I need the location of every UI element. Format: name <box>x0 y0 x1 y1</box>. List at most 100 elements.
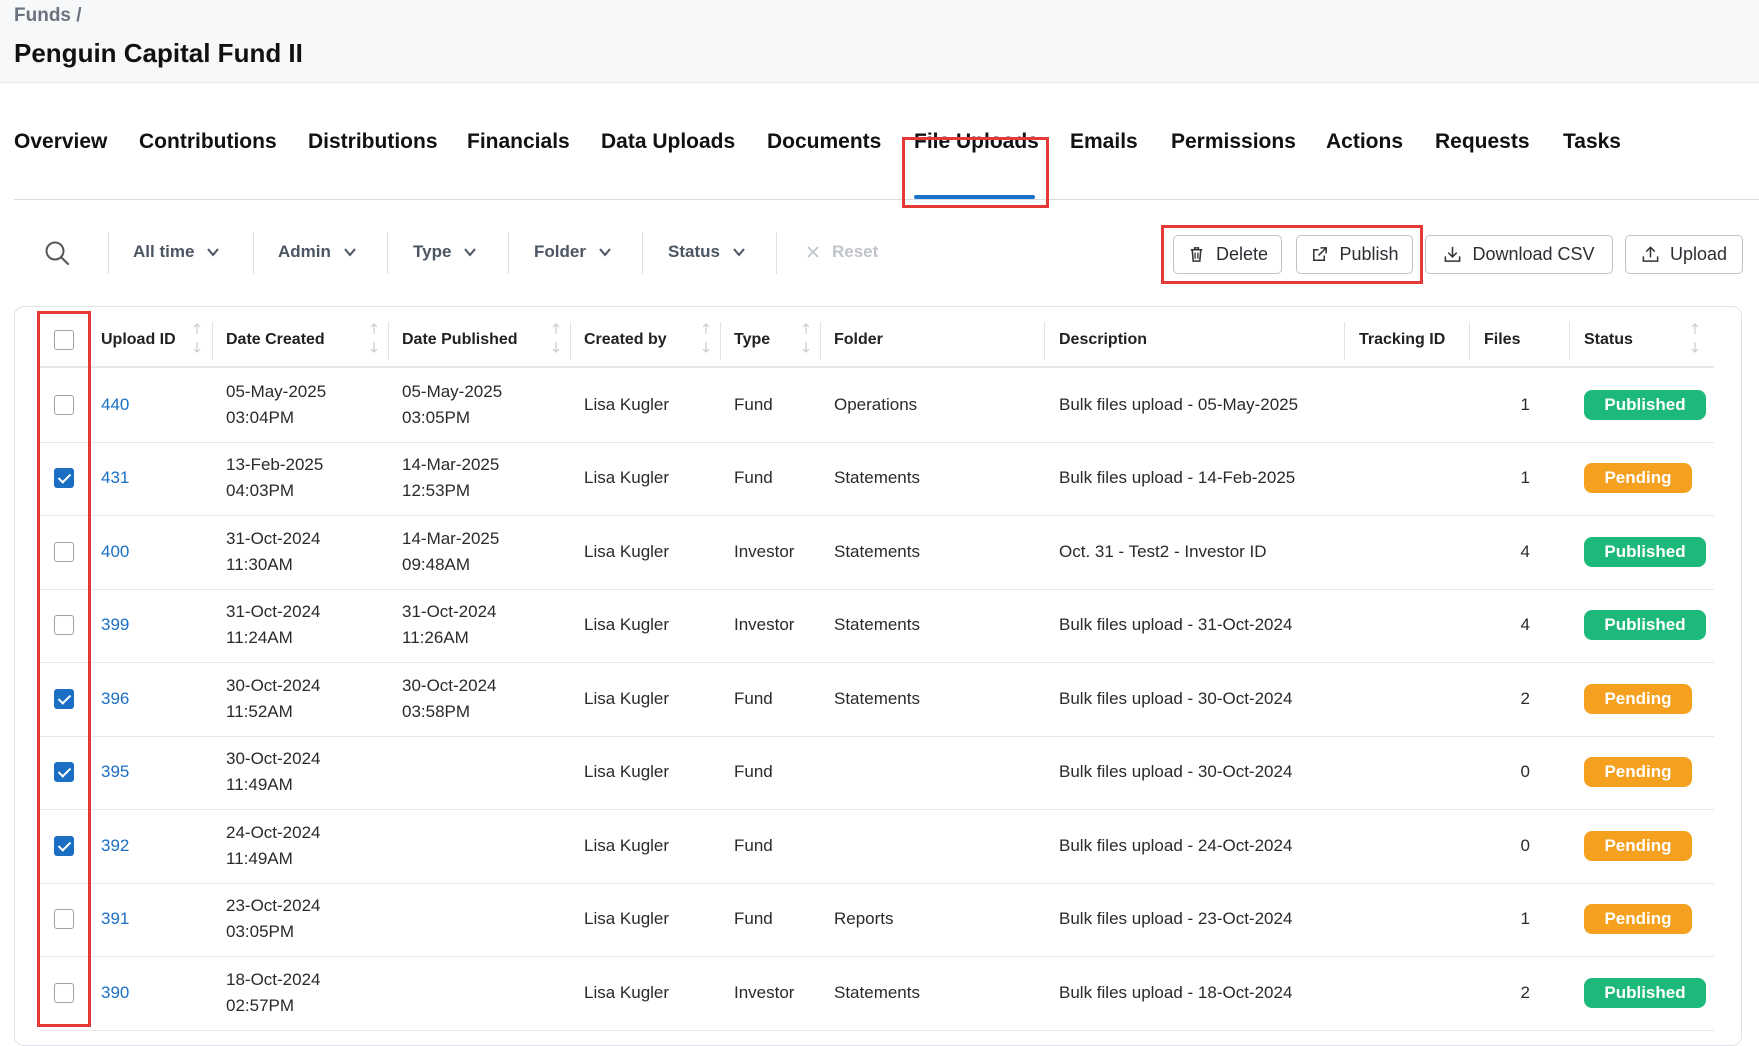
tab-file-uploads[interactable]: File Uploads <box>914 130 1039 154</box>
folder-name: Statements <box>834 688 920 708</box>
folder-filter-dropdown[interactable]: Folder <box>534 242 612 262</box>
status-filter-dropdown[interactable]: Status <box>668 242 746 262</box>
time-created: 11:49AM <box>226 848 293 868</box>
date-published: 30-Oct-2024 <box>402 675 497 695</box>
row-checkbox[interactable] <box>54 982 74 1003</box>
sort-icon[interactable] <box>192 322 202 354</box>
upload-id-link[interactable]: 390 <box>101 980 129 1006</box>
column-header-date-published[interactable]: Date Published <box>402 331 518 349</box>
time-created: 11:49AM <box>226 775 293 795</box>
column-header-created-by[interactable]: Created by <box>584 331 667 349</box>
filter-separator <box>776 232 777 274</box>
row-divider <box>40 735 1714 737</box>
time-filter-label: All time <box>133 242 195 261</box>
tab-overview[interactable]: Overview <box>14 130 107 154</box>
tab-emails[interactable]: Emails <box>1070 130 1138 154</box>
description: Bulk files upload - 18-Oct-2024 <box>1059 982 1293 1002</box>
tab-distributions[interactable]: Distributions <box>308 130 438 154</box>
status-filter-label: Status <box>668 242 720 261</box>
time-created: 11:30AM <box>226 554 293 574</box>
created-by: Lisa Kugler <box>584 909 670 929</box>
column-header-folder[interactable]: Folder <box>834 331 883 349</box>
upload-button[interactable]: Upload <box>1625 235 1743 274</box>
created-by: Lisa Kugler <box>584 762 670 782</box>
date-created: 30-Oct-2024 <box>226 749 321 769</box>
sort-icon[interactable] <box>369 322 379 354</box>
upload-id-link[interactable]: 395 <box>101 759 129 785</box>
tab-permissions[interactable]: Permissions <box>1171 130 1296 154</box>
upload-id-link[interactable]: 399 <box>101 612 129 638</box>
upload-id-link[interactable]: 400 <box>101 539 129 565</box>
column-header-type[interactable]: Type <box>734 331 770 349</box>
row-checkbox[interactable] <box>54 909 74 930</box>
sort-icon[interactable] <box>801 322 811 354</box>
download-icon <box>1445 246 1461 262</box>
tab-financials[interactable]: Financials <box>467 130 570 154</box>
upload-id-link[interactable]: 396 <box>101 686 129 712</box>
column-header-date-created[interactable]: Date Created <box>226 331 325 349</box>
row-checkbox[interactable] <box>54 835 74 856</box>
sort-icon[interactable] <box>1690 322 1700 354</box>
row-checkbox[interactable] <box>54 468 74 489</box>
upload-id-link[interactable]: 391 <box>101 906 129 932</box>
status-badge: Published <box>1584 977 1706 1008</box>
sort-icon[interactable] <box>551 322 561 354</box>
column-separator <box>1569 322 1570 360</box>
folder-name: Statements <box>834 982 920 1002</box>
tab-documents[interactable]: Documents <box>767 130 881 154</box>
breadcrumb[interactable]: Funds / <box>14 5 82 27</box>
status-badge: Pending <box>1584 463 1692 494</box>
column-separator <box>1469 322 1470 360</box>
upload-id-link[interactable]: 431 <box>101 465 129 491</box>
chevron-down-icon <box>464 248 477 257</box>
tab-contributions[interactable]: Contributions <box>139 130 277 154</box>
status-badge: Pending <box>1584 904 1692 935</box>
download-csv-button[interactable]: Download CSV <box>1425 235 1613 274</box>
upload-type: Investor <box>734 615 795 635</box>
created-by: Lisa Kugler <box>584 394 670 414</box>
status-badge: Published <box>1584 389 1706 420</box>
time-filter-dropdown[interactable]: All time <box>133 242 220 262</box>
description: Bulk files upload - 14-Feb-2025 <box>1059 468 1296 488</box>
folder-name: Statements <box>834 468 920 488</box>
delete-button[interactable]: Delete <box>1173 235 1282 274</box>
time-created: 04:03PM <box>226 481 295 501</box>
created-by: Lisa Kugler <box>584 688 670 708</box>
column-header-tracking-id[interactable]: Tracking ID <box>1359 331 1445 349</box>
tab-data-uploads[interactable]: Data Uploads <box>601 130 735 154</box>
time-published: 03:58PM <box>402 701 471 721</box>
column-header-upload-id[interactable]: Upload ID <box>101 331 176 349</box>
admin-filter-dropdown[interactable]: Admin <box>278 242 357 262</box>
row-checkbox[interactable] <box>54 688 74 709</box>
row-checkbox[interactable] <box>54 762 74 783</box>
tab-requests[interactable]: Requests <box>1435 130 1530 154</box>
row-divider <box>40 588 1714 590</box>
tab-actions[interactable]: Actions <box>1326 130 1403 154</box>
column-header-files[interactable]: Files <box>1484 331 1520 349</box>
column-header-description[interactable]: Description <box>1059 331 1147 349</box>
row-checkbox[interactable] <box>54 541 74 562</box>
tab-tasks[interactable]: Tasks <box>1563 130 1621 154</box>
date-created: 31-Oct-2024 <box>226 602 321 622</box>
date-published: 14-Mar-2025 <box>402 455 500 475</box>
reset-filters-button[interactable]: Reset <box>806 242 878 262</box>
created-by: Lisa Kugler <box>584 615 670 635</box>
time-created: 11:24AM <box>226 628 293 648</box>
upload-id-link[interactable]: 392 <box>101 833 129 859</box>
select-all-checkbox[interactable] <box>54 330 74 350</box>
type-filter-dropdown[interactable]: Type <box>413 242 477 262</box>
publish-button[interactable]: Publish <box>1296 235 1413 274</box>
column-header-status[interactable]: Status <box>1584 331 1633 349</box>
upload-id-link[interactable]: 440 <box>101 392 129 418</box>
row-checkbox[interactable] <box>54 615 74 636</box>
folder-name: Operations <box>834 394 918 414</box>
status-badge: Published <box>1584 536 1706 567</box>
sort-icon[interactable] <box>701 322 711 354</box>
upload-type: Investor <box>734 982 795 1002</box>
row-checkbox[interactable] <box>54 394 74 415</box>
upload-icon <box>1642 246 1659 262</box>
date-created: 05-May-2025 <box>226 381 327 401</box>
search-icon[interactable] <box>44 240 70 266</box>
status-badge: Published <box>1584 610 1706 641</box>
type-filter-label: Type <box>413 242 452 261</box>
